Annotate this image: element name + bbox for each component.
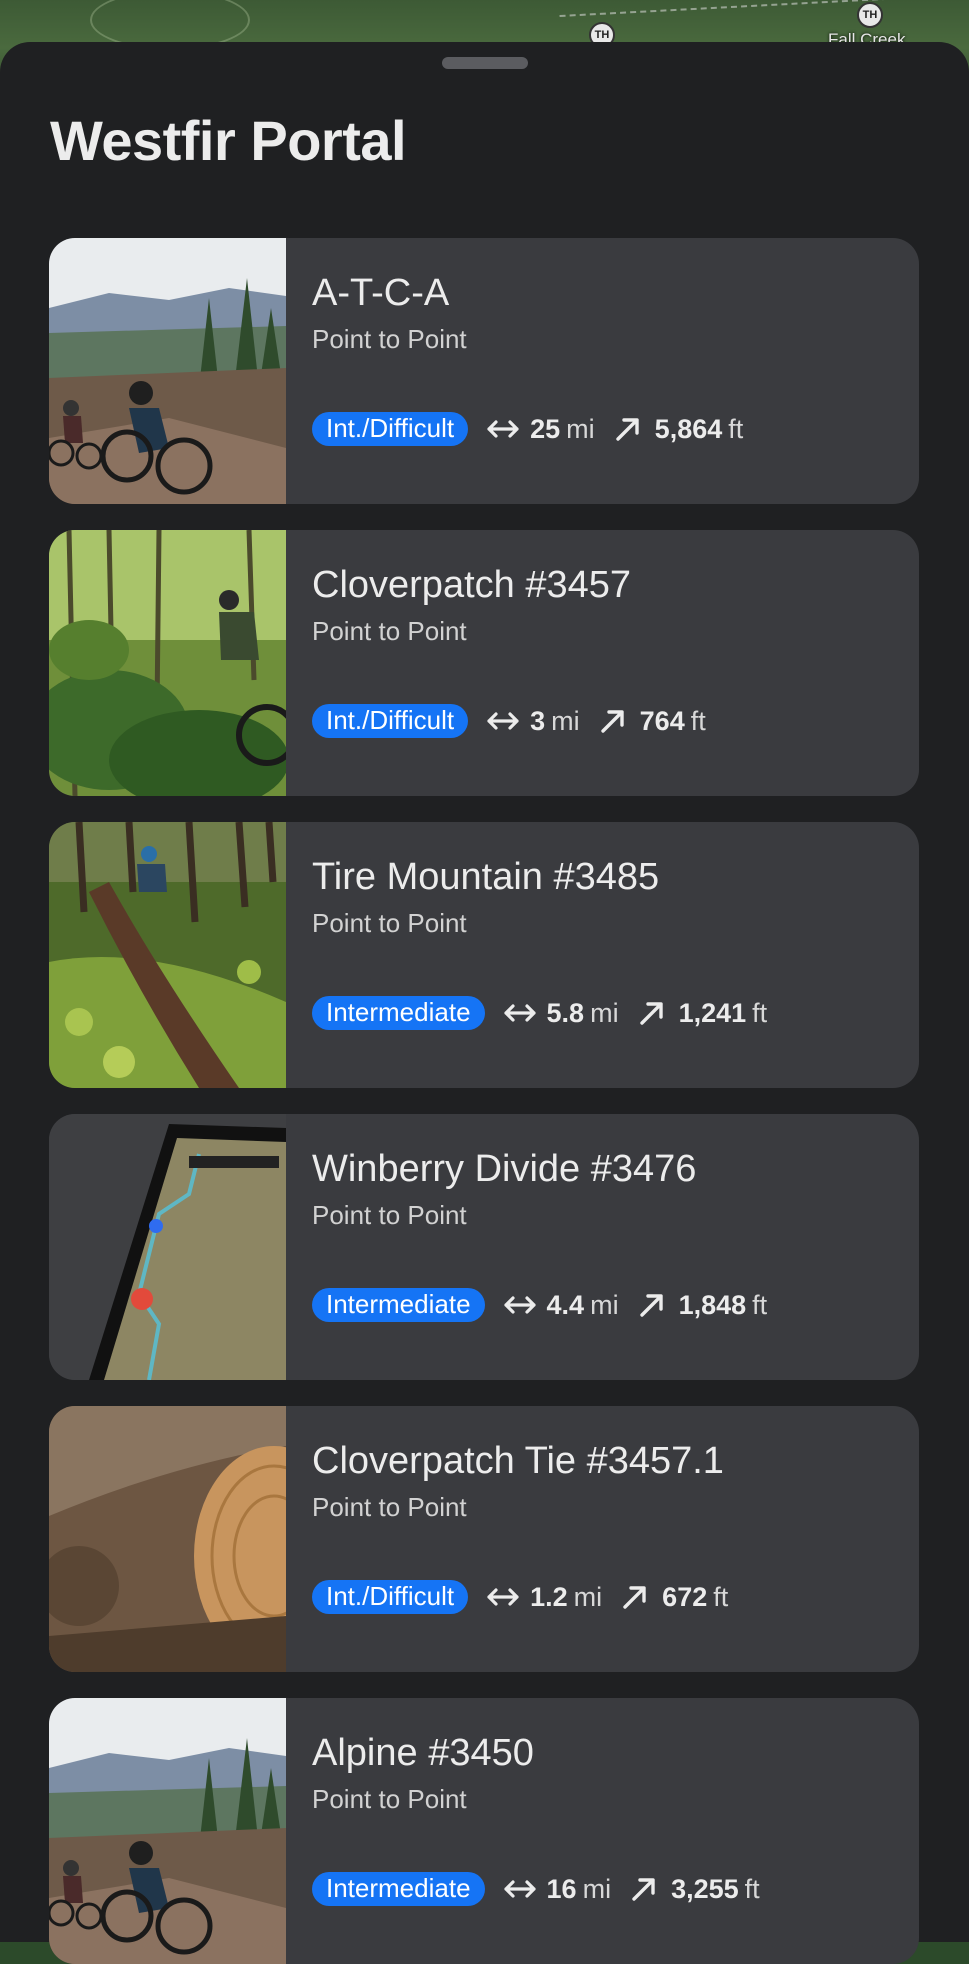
distance-value: 25: [530, 413, 561, 444]
trail-card[interactable]: Tire Mountain #3485 Point to Point Inter…: [49, 822, 919, 1088]
trail-type: Point to Point: [312, 1492, 467, 1522]
trail-photo: [49, 1114, 286, 1380]
trail-type: Point to Point: [312, 1784, 467, 1814]
elevation-arrow-icon: [635, 1290, 669, 1320]
distance-unit: mi: [566, 413, 595, 444]
trail-name: Cloverpatch #3457: [312, 564, 631, 606]
trail-card[interactable]: Cloverpatch Tie #3457.1 Point to Point I…: [49, 1406, 919, 1672]
elevation-value: 1,241: [678, 997, 747, 1028]
elevation-arrow-icon: [611, 414, 645, 444]
distance-arrows-icon: [503, 998, 537, 1028]
trail-name: A-T-C-A: [312, 272, 450, 314]
sheet-grabber[interactable]: [442, 57, 528, 69]
elevation-arrow-icon: [618, 1582, 652, 1612]
map-trail-line: [559, 0, 969, 45]
distance-arrows-icon: [486, 706, 520, 736]
trail-photo: [49, 530, 286, 796]
elevation-unit: ft: [744, 1873, 760, 1904]
trail-stats: Int./Difficult 25 mi 5,864 ft: [312, 412, 759, 446]
elevation-unit: ft: [752, 1289, 768, 1320]
difficulty-badge: Int./Difficult: [312, 704, 469, 738]
distance-arrows-icon: [486, 414, 520, 444]
trail-type: Point to Point: [312, 908, 467, 938]
difficulty-badge: Intermediate: [312, 1872, 485, 1906]
trail-photo: [49, 822, 286, 1088]
trail-name: Winberry Divide #3476: [312, 1148, 697, 1190]
distance-unit: mi: [582, 1873, 612, 1904]
elevation-unit: ft: [752, 997, 768, 1028]
distance-unit: mi: [590, 1289, 619, 1320]
elevation-value: 672: [662, 1581, 708, 1612]
trail-card[interactable]: Cloverpatch #3457 Point to Point Int./Di…: [49, 530, 919, 796]
distance-arrows-icon: [503, 1874, 537, 1904]
elevation-value: 5,864: [654, 413, 723, 444]
elevation-unit: ft: [728, 413, 744, 444]
trail-photo: [49, 238, 286, 504]
difficulty-badge: Intermediate: [312, 1288, 485, 1322]
distance-unit: mi: [590, 997, 619, 1028]
distance-value: 5.8: [546, 997, 585, 1028]
trail-name: Alpine #3450: [312, 1732, 534, 1774]
trailhead-marker[interactable]: TH: [857, 2, 883, 28]
trail-stats: Intermediate 4.4 mi 1,848 ft: [312, 1288, 783, 1322]
distance-value: 4.4: [546, 1289, 585, 1320]
elevation-unit: ft: [713, 1581, 729, 1612]
trail-type: Point to Point: [312, 1200, 467, 1230]
distance-arrows-icon: [486, 1582, 520, 1612]
distance-arrows-icon: [503, 1290, 537, 1320]
trail-name: Cloverpatch Tie #3457.1: [312, 1440, 724, 1482]
difficulty-badge: Intermediate: [312, 996, 485, 1030]
distance-unit: mi: [573, 1581, 603, 1612]
trail-card[interactable]: A-T-C-A Point to Point Int./Difficult 25…: [49, 238, 919, 504]
elevation-unit: ft: [690, 705, 706, 736]
trail-photo: [49, 1406, 286, 1672]
elevation-arrow-icon: [635, 998, 669, 1028]
trail-stats: Intermediate 5.8 mi 1,241 ft: [312, 996, 783, 1030]
trail-photo: [49, 1698, 286, 1964]
difficulty-badge: Int./Difficult: [312, 412, 469, 446]
page-title: Westfir Portal: [50, 109, 407, 172]
trail-stats: Intermediate 16 mi 3,255 ft: [312, 1872, 776, 1906]
trail-stats: Int./Difficult 1.2 mi 672 ft: [312, 1580, 744, 1614]
elevation-value: 3,255: [671, 1873, 739, 1904]
elevation-arrow-icon: [627, 1874, 661, 1904]
distance-value: 1.2: [530, 1581, 568, 1612]
elevation-value: 1,848: [678, 1289, 747, 1320]
trail-stats: Int./Difficult 3 mi 764 ft: [312, 704, 722, 738]
trail-type: Point to Point: [312, 324, 467, 354]
elevation-arrow-icon: [596, 706, 630, 736]
distance-unit: mi: [551, 705, 580, 736]
elevation-value: 764: [639, 705, 685, 736]
trail-name: Tire Mountain #3485: [312, 856, 660, 898]
trail-card[interactable]: Alpine #3450 Point to Point Intermediate…: [49, 1698, 919, 1964]
distance-value: 3: [530, 705, 546, 736]
trail-type: Point to Point: [312, 616, 467, 646]
difficulty-badge: Int./Difficult: [312, 1580, 469, 1614]
trail-card[interactable]: Winberry Divide #3476 Point to Point Int…: [49, 1114, 919, 1380]
distance-value: 16: [546, 1873, 577, 1904]
